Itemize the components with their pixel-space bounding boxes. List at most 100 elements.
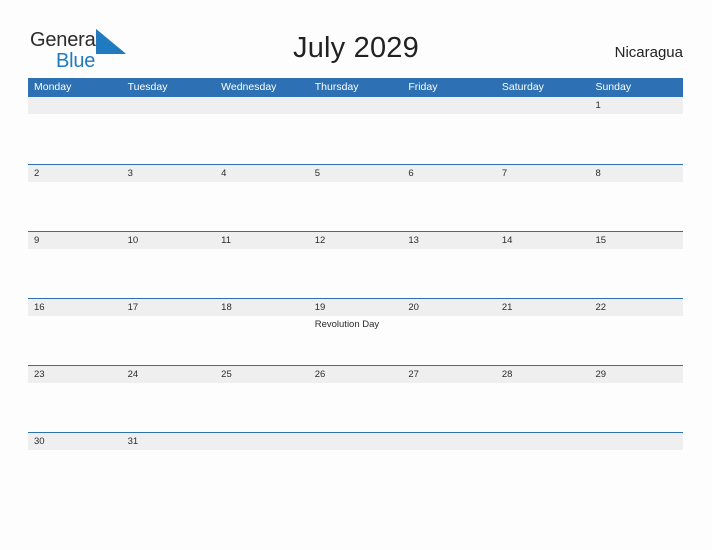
day-number: 16	[34, 302, 45, 313]
day-cell-empty	[496, 433, 590, 500]
day-cell[interactable]: 15	[589, 232, 683, 299]
day-number: 20	[408, 302, 419, 313]
day-number	[128, 97, 216, 114]
day-number: 3	[127, 168, 133, 179]
day-number	[315, 433, 403, 450]
day-cell[interactable]: 25	[215, 366, 309, 433]
weekday-friday: Friday	[408, 81, 438, 93]
day-number	[595, 433, 683, 450]
day-number: 9	[34, 235, 40, 246]
day-cell[interactable]: 4	[215, 165, 309, 232]
day-number: 4	[221, 168, 227, 179]
day-number: 24	[127, 369, 139, 380]
day-number: 1	[595, 100, 601, 111]
day-number: 7	[501, 168, 508, 179]
day-number	[502, 433, 590, 450]
day-number: 8	[595, 168, 601, 179]
day-number: 11	[221, 235, 232, 246]
day-cell[interactable]: 23	[28, 366, 122, 433]
day-number: 6	[408, 168, 414, 179]
calendar-grid: Monday Tuesday Wednesday Thursday Friday…	[28, 78, 683, 499]
day-number: 29	[595, 369, 607, 380]
calendar-week-row: 16 17 18 19 Revolution Day 20 21 22	[28, 298, 683, 365]
day-cell[interactable]: 18	[215, 299, 309, 366]
week-day-cells: 9 10 11 12 13 14 15	[28, 232, 683, 299]
day-number	[408, 433, 496, 450]
day-cell[interactable]: 27	[402, 366, 496, 433]
day-cell[interactable]: 12	[309, 232, 403, 299]
day-event-list: Revolution Day	[315, 316, 403, 331]
day-number: 19	[314, 302, 326, 313]
day-cell[interactable]: 20	[402, 299, 496, 366]
calendar-weeks: 1 2 3 4 5 6 7 8 9 10 11 12 13 14 15 16 17 18 19 Revolution …	[28, 97, 683, 499]
day-number: 23	[34, 369, 45, 380]
day-cell[interactable]: 16	[28, 299, 122, 366]
day-cell[interactable]: 28	[496, 366, 590, 433]
day-number: 28	[501, 369, 513, 380]
day-cell[interactable]: 24	[122, 366, 216, 433]
day-cell-empty	[309, 97, 403, 164]
day-cell-empty	[496, 97, 590, 164]
day-number	[34, 97, 122, 114]
calendar-week-row: 9 10 11 12 13 14 15	[28, 231, 683, 298]
day-cell[interactable]: 9	[28, 232, 122, 299]
calendar-week-row: 2 3 4 5 6 7 8	[28, 164, 683, 231]
day-cell[interactable]: 17	[122, 299, 216, 366]
day-cell[interactable]: 2	[28, 165, 122, 232]
day-cell[interactable]: 5	[309, 165, 403, 232]
day-number: 31	[127, 436, 139, 447]
day-cell[interactable]: 1	[589, 97, 683, 164]
day-cell[interactable]: 7	[496, 165, 590, 232]
day-number: 21	[501, 302, 513, 313]
week-day-cells: 23 24 25 26 27 28 29	[28, 366, 683, 433]
day-number	[502, 97, 590, 114]
day-cell[interactable]: 11	[215, 232, 309, 299]
day-number: 18	[221, 302, 232, 313]
day-cell[interactable]: 14	[496, 232, 590, 299]
day-number: 14	[501, 235, 513, 246]
day-number	[221, 97, 309, 114]
day-cell-empty	[402, 97, 496, 164]
day-cell[interactable]: 29	[589, 366, 683, 433]
day-number	[408, 97, 496, 114]
day-number: 26	[314, 369, 326, 380]
day-number: 5	[314, 168, 321, 179]
page-title: July 2029	[293, 32, 419, 64]
day-cell[interactable]: 3	[122, 165, 216, 232]
day-event: Revolution Day	[314, 319, 380, 330]
day-number	[221, 433, 309, 450]
day-cell[interactable]: 19 Revolution Day	[309, 299, 403, 366]
week-day-cells: 1	[28, 97, 683, 164]
weekday-header-row: Monday Tuesday Wednesday Thursday Friday…	[28, 78, 683, 97]
day-cell-empty	[589, 433, 683, 500]
weekday-monday: Monday	[34, 81, 72, 93]
day-cell[interactable]: 13	[402, 232, 496, 299]
day-cell-empty	[215, 97, 309, 164]
week-day-cells: 30 31	[28, 433, 683, 500]
day-number: 10	[127, 235, 139, 246]
day-cell[interactable]: 22	[589, 299, 683, 366]
day-cell[interactable]: 30	[28, 433, 122, 500]
country-label: Nicaragua	[614, 44, 683, 61]
day-cell-empty	[215, 433, 309, 500]
week-day-cells: 16 17 18 19 Revolution Day 20 21 22	[28, 299, 683, 366]
day-cell[interactable]: 31	[122, 433, 216, 500]
weekday-tuesday: Tuesday	[127, 81, 168, 93]
calendar-week-row: 23 24 25 26 27 28 29	[28, 365, 683, 432]
day-cell-empty	[402, 433, 496, 500]
day-cell[interactable]: 26	[309, 366, 403, 433]
day-cell[interactable]: 21	[496, 299, 590, 366]
day-cell[interactable]: 10	[122, 232, 216, 299]
day-number: 25	[221, 369, 232, 380]
day-number: 17	[127, 302, 139, 313]
day-cell[interactable]: 8	[589, 165, 683, 232]
weekday-sunday: Sunday	[595, 81, 632, 93]
day-number: 2	[34, 168, 40, 179]
day-number: 12	[314, 235, 326, 246]
weekday-saturday: Saturday	[501, 81, 544, 93]
week-day-cells: 2 3 4 5 6 7 8	[28, 165, 683, 232]
day-number	[315, 97, 403, 114]
day-number: 22	[595, 302, 607, 313]
day-cell[interactable]: 6	[402, 165, 496, 232]
day-cell-empty	[122, 97, 216, 164]
